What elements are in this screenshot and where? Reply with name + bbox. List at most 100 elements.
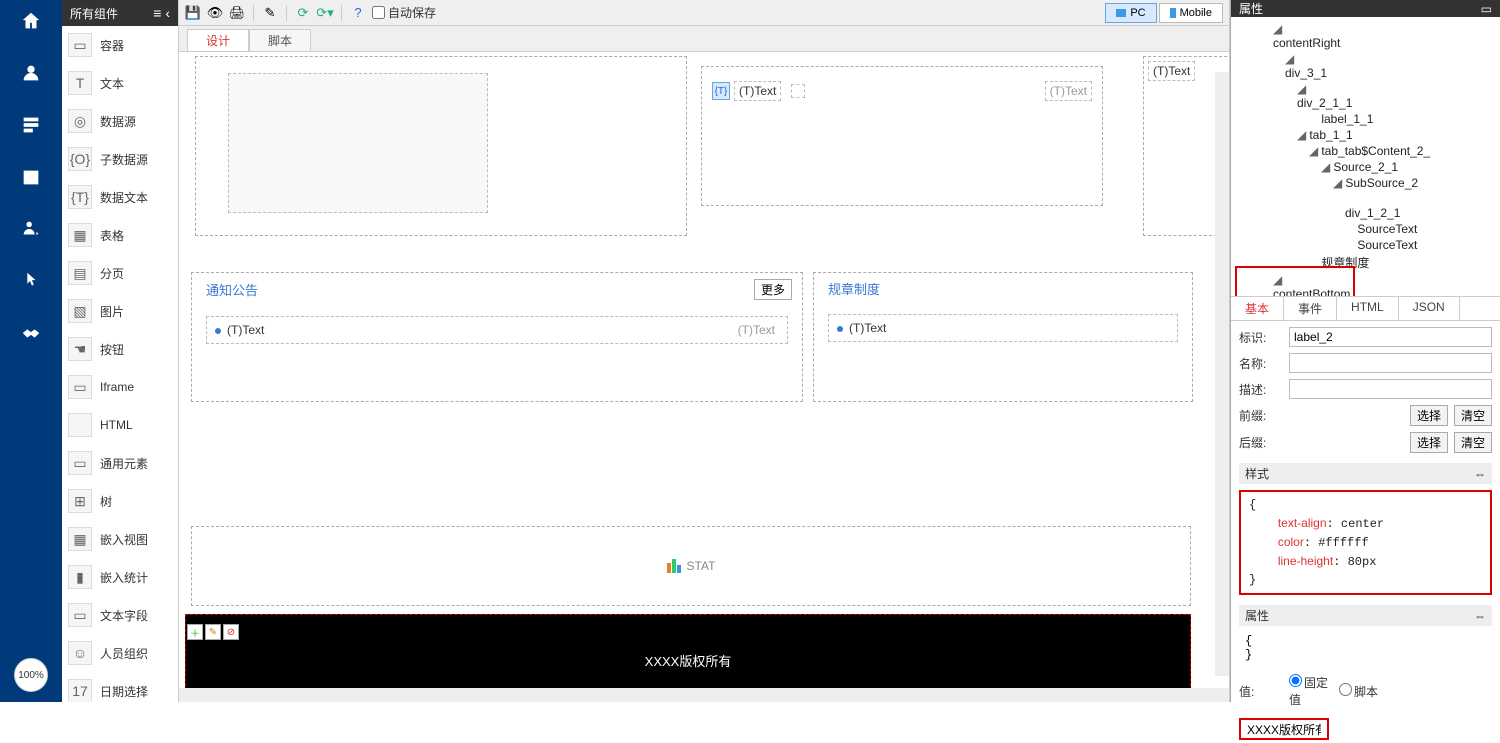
users-icon[interactable] — [18, 60, 44, 86]
component-item[interactable]: ▮嵌入统计 — [62, 558, 178, 596]
scrollbar-vertical[interactable] — [1215, 72, 1229, 676]
component-item[interactable]: ▤分页 — [62, 254, 178, 292]
component-icon: ▤ — [68, 261, 92, 285]
text-placeholder[interactable]: (T)Text — [1148, 61, 1195, 81]
zoom-badge[interactable]: 100% — [14, 658, 48, 692]
name-field[interactable] — [1289, 353, 1492, 373]
value-script-radio[interactable]: 脚本 — [1339, 683, 1383, 700]
component-item[interactable]: ▭通用元素 — [62, 444, 178, 482]
tree-node[interactable]: label_1_1 — [1231, 111, 1500, 127]
component-icon: T — [68, 71, 92, 95]
style-code[interactable]: { text-align: center color: #ffffff line… — [1239, 490, 1492, 595]
tree-node[interactable]: ◢ SubSource_2 — [1231, 175, 1500, 191]
suffix-clear-button[interactable]: 清空 — [1454, 432, 1492, 453]
tree-node[interactable]: SourceText — [1231, 221, 1500, 237]
component-item[interactable]: ▦表格 — [62, 216, 178, 254]
pointer-icon[interactable] — [18, 268, 44, 294]
panel-top-left[interactable] — [195, 56, 687, 236]
component-item[interactable]: ▦嵌入视图 — [62, 520, 178, 558]
ptab-event[interactable]: 事件 — [1284, 297, 1337, 320]
component-item[interactable]: ▧图片 — [62, 292, 178, 330]
ptab-basic[interactable]: 基本 — [1231, 297, 1284, 320]
component-item[interactable]: ◎数据源 — [62, 102, 178, 140]
expand-icon[interactable]: ⇔ — [1474, 467, 1486, 481]
property-tabs: 基本 事件 HTML JSON — [1231, 297, 1500, 321]
ptab-json[interactable]: JSON — [1399, 297, 1460, 320]
text-placeholder[interactable]: (T)Text — [734, 81, 781, 101]
component-icon: ☺ — [68, 641, 92, 665]
refresh-all-icon[interactable]: ⟳▾ — [317, 5, 333, 21]
canvas-viewport[interactable]: {T} (T)Text (T)Text (T)Text 通知公告 更多 (T)T… — [179, 52, 1229, 702]
add-icon[interactable]: ＋ — [187, 624, 203, 640]
component-item[interactable]: ☺ 人员组织 — [62, 634, 178, 672]
text-widget-icon: {T} — [712, 82, 730, 100]
component-item[interactable]: ☚按钮 — [62, 330, 178, 368]
tree-node[interactable]: SourceText — [1231, 237, 1500, 253]
hamburger-icon[interactable]: ≡ ‹ — [153, 5, 170, 21]
component-label: 人员组织 — [100, 645, 148, 662]
component-item[interactable]: HTML — [62, 406, 178, 444]
help-icon[interactable]: ? — [350, 5, 366, 21]
save-icon[interactable]: 💾 — [185, 5, 201, 21]
attr-code[interactable]: { } — [1239, 632, 1492, 664]
more-button[interactable]: 更多 — [754, 279, 792, 300]
list-item[interactable]: (T)Text (T)Text — [206, 316, 788, 344]
component-item[interactable]: ⊞树 — [62, 482, 178, 520]
delete-icon[interactable]: ⊘ — [223, 624, 239, 640]
panel-rules[interactable]: 规章制度 (T)Text — [813, 272, 1193, 402]
tree-node[interactable]: ◢ contentBottom — [1231, 272, 1500, 297]
value-field[interactable] — [1239, 718, 1329, 740]
panel-top-center[interactable]: {T} (T)Text (T)Text — [701, 66, 1103, 206]
tab-script[interactable]: 脚本 — [249, 29, 311, 51]
component-item[interactable]: T文本 — [62, 64, 178, 102]
value-fixed-radio[interactable]: 固定值 — [1289, 674, 1333, 708]
component-icon: ▭ — [68, 451, 92, 475]
tree-node[interactable]: ◢ contentRight — [1231, 21, 1500, 51]
tree-node[interactable]: div_1_2_1 — [1231, 191, 1500, 221]
tree-node[interactable]: ◢ Source_2_1 — [1231, 159, 1500, 175]
component-item[interactable]: ▭容器 — [62, 26, 178, 64]
autosave-toggle[interactable]: 自动保存 — [372, 4, 436, 21]
component-item[interactable]: {O}子数据源 — [62, 140, 178, 178]
tree-node[interactable]: ◢ div_3_1 — [1231, 51, 1500, 81]
list-item[interactable]: (T)Text — [828, 314, 1178, 342]
component-item[interactable]: {T}数据文本 — [62, 178, 178, 216]
tiny-box[interactable] — [791, 84, 805, 98]
expand-icon[interactable]: ⇔ — [1474, 609, 1486, 623]
panel-notice[interactable]: 通知公告 更多 (T)Text (T)Text — [191, 272, 803, 402]
prefix-clear-button[interactable]: 清空 — [1454, 405, 1492, 426]
component-item[interactable]: ▭Iframe — [62, 368, 178, 406]
suffix-select-button[interactable]: 选择 — [1410, 432, 1448, 453]
desc-field[interactable] — [1289, 379, 1492, 399]
element-tree[interactable]: ◢ contentRight◢ div_3_1◢ div_2_1_1 label… — [1231, 17, 1500, 297]
component-label: 表格 — [100, 227, 124, 244]
home-icon[interactable] — [18, 8, 44, 34]
edit-icon[interactable]: ✎ — [205, 624, 221, 640]
refresh-icon[interactable]: ⟳ — [295, 5, 311, 21]
person-settings-icon[interactable] — [18, 216, 44, 242]
scrollbar-horizontal[interactable] — [179, 688, 1229, 702]
calendar-icon[interactable] — [18, 164, 44, 190]
tree-node[interactable]: ◢ tab_tab$Content_2_ — [1231, 143, 1500, 159]
id-field[interactable] — [1289, 327, 1492, 347]
preview-icon[interactable]: 👁 — [207, 5, 223, 21]
component-item[interactable]: 17日期选择 — [62, 672, 178, 702]
panel-stat[interactable]: STAT — [191, 526, 1191, 606]
tab-design[interactable]: 设计 — [187, 29, 249, 51]
handshake-icon[interactable] — [18, 320, 44, 346]
text-placeholder-light[interactable]: (T)Text — [1045, 81, 1092, 101]
tree-node[interactable]: ◢ div_2_1_1 — [1231, 81, 1500, 111]
ptab-html[interactable]: HTML — [1337, 297, 1399, 320]
component-item[interactable]: ▭文本字段 — [62, 596, 178, 634]
edit-icon[interactable]: ✎ — [262, 5, 278, 21]
minimize-icon[interactable]: ▭ — [1481, 2, 1492, 16]
tree-node[interactable]: 规章制度 — [1231, 253, 1500, 272]
view-mobile-button[interactable]: Mobile — [1159, 3, 1223, 23]
image-placeholder[interactable] — [228, 73, 488, 213]
view-pc-button[interactable]: PC — [1105, 3, 1156, 23]
list-item-text: (T)Text — [227, 323, 264, 337]
tree-node[interactable]: ◢ tab_1_1 — [1231, 127, 1500, 143]
form-icon[interactable] — [18, 112, 44, 138]
prefix-select-button[interactable]: 选择 — [1410, 405, 1448, 426]
print-icon[interactable]: 🖨 — [229, 5, 245, 21]
